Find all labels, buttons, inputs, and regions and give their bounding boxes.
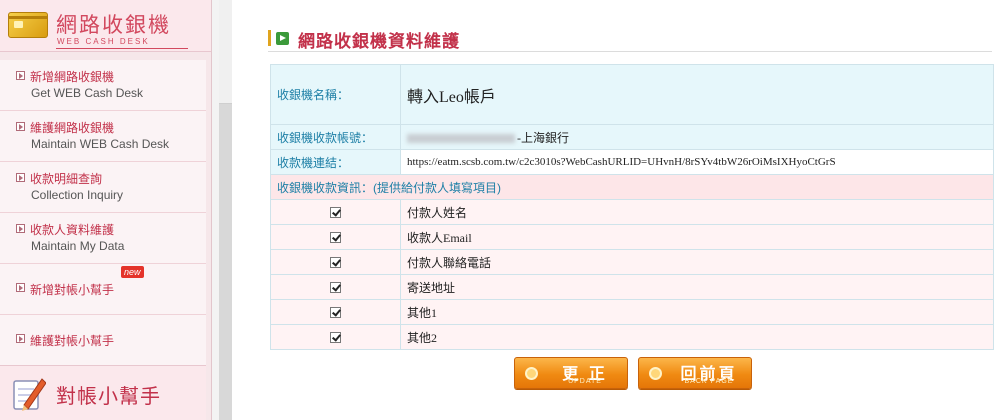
- option-checkbox[interactable]: [330, 282, 341, 294]
- arrow-bullet-icon: [16, 122, 25, 131]
- update-button[interactable]: 更 正 UPDATE: [514, 357, 628, 389]
- redacted-account-number: [407, 134, 515, 144]
- arrow-bullet-icon: [16, 283, 25, 292]
- option-checkbox[interactable]: [330, 232, 341, 244]
- option-checkbox-cell: [270, 224, 401, 250]
- payer-fields-section-label: 收銀機收款資訊：(提供給付款人填寫項目): [270, 174, 994, 200]
- page: 網路收銀機 WEB CASH DESK 新增網路收銀機 Get WEB Cash…: [0, 0, 1000, 420]
- main-content: 網路收銀機資料維護 收銀機名稱： 轉入Leo帳戶 收銀機收款帳號： -上海銀行 …: [232, 0, 1000, 420]
- sidebar-item-label: 收款人資料維護: [30, 223, 115, 237]
- title-accent-mark: [268, 30, 271, 46]
- option-checkbox[interactable]: [330, 207, 341, 219]
- sidebar-header: 網路收銀機 WEB CASH DESK: [0, 0, 211, 52]
- play-arrow-icon: [276, 32, 289, 45]
- sidebar-header-divider: [56, 48, 188, 49]
- sidebar-item-label: 維護對帳小幫手: [30, 334, 115, 348]
- sidebar-menu: 新增網路收銀機 Get WEB Cash Desk 維護網路收銀機 Mainta…: [0, 60, 212, 366]
- cash-desk-detail-table: 收銀機名稱： 轉入Leo帳戶 收銀機收款帳號： -上海銀行 收款機連結： htt…: [270, 64, 994, 350]
- option-checkbox-cell: [270, 199, 401, 225]
- arrow-bullet-icon: [16, 71, 25, 80]
- credit-card-icon: [8, 12, 48, 38]
- sidebar-item-sublabel: Collection Inquiry: [31, 188, 124, 202]
- page-title: 網路收銀機資料維護: [298, 32, 460, 51]
- sidebar-item-sublabel: Maintain WEB Cash Desk: [31, 137, 170, 151]
- table-row: 收銀機收款資訊：(提供給付款人填寫項目): [270, 174, 994, 200]
- option-row: 收款人Email: [270, 224, 994, 250]
- option-label: 其他2: [400, 324, 994, 350]
- account-label: 收銀機收款帳號：: [270, 124, 401, 150]
- sidebar: 網路收銀機 WEB CASH DESK 新增網路收銀機 Get WEB Cash…: [0, 0, 212, 420]
- sidebar-item-collection-inquiry[interactable]: 收款明細查詢 Collection Inquiry: [0, 162, 206, 213]
- option-label: 付款人姓名: [400, 199, 994, 225]
- sidebar-item-add-reconciliation-helper[interactable]: 新增對帳小幫手 new: [0, 264, 206, 315]
- option-checkbox-cell: [270, 299, 401, 325]
- scrollbar-thumb[interactable]: [219, 0, 232, 104]
- sidebar-item-get-web-cash-desk[interactable]: 新增網路收銀機 Get WEB Cash Desk: [0, 60, 206, 111]
- account-value: -上海銀行: [400, 124, 994, 150]
- option-row: 寄送地址: [270, 274, 994, 300]
- link-value[interactable]: https://eatm.scsb.com.tw/c2c3010s?WebCas…: [400, 149, 994, 175]
- account-bank: -上海銀行: [517, 130, 569, 145]
- sidebar-item-label: 新增對帳小幫手: [30, 283, 115, 297]
- option-label: 付款人聯絡電話: [400, 249, 994, 275]
- back-page-button-sublabel: BACK PAGE: [684, 378, 734, 385]
- option-checkbox[interactable]: [330, 332, 341, 344]
- button-dot-icon: [525, 367, 538, 380]
- name-label: 收銀機名稱：: [270, 64, 401, 125]
- arrow-bullet-icon: [16, 173, 25, 182]
- name-value: 轉入Leo帳戶: [400, 64, 994, 125]
- option-checkbox[interactable]: [330, 257, 341, 269]
- option-checkbox[interactable]: [330, 307, 341, 319]
- table-row: 收銀機收款帳號： -上海銀行: [270, 124, 994, 150]
- button-dot-icon: [649, 367, 662, 380]
- option-row: 其他2: [270, 324, 994, 350]
- option-row: 付款人聯絡電話: [270, 249, 994, 275]
- option-checkbox-cell: [270, 274, 401, 300]
- sidebar-subtitle: WEB CASH DESK: [57, 37, 150, 46]
- option-label: 收款人Email: [400, 224, 994, 250]
- option-row: 付款人姓名: [270, 199, 994, 225]
- update-button-sublabel: UPDATE: [568, 378, 602, 385]
- sidebar-title: 網路收銀機: [56, 13, 171, 37]
- option-checkbox-cell: [270, 249, 401, 275]
- sidebar-item-maintain-web-cash-desk[interactable]: 維護網路收銀機 Maintain WEB Cash Desk: [0, 111, 206, 162]
- sidebar-footer[interactable]: 對帳小幫手: [0, 365, 206, 420]
- page-title-bar: 網路收銀機資料維護: [268, 24, 992, 52]
- option-label: 其他1: [400, 299, 994, 325]
- sidebar-item-maintain-reconciliation-helper[interactable]: 維護對帳小幫手: [0, 315, 206, 366]
- sidebar-item-maintain-my-data[interactable]: 收款人資料維護 Maintain My Data: [0, 213, 206, 264]
- option-label: 寄送地址: [400, 274, 994, 300]
- table-row: 收銀機名稱： 轉入Leo帳戶: [270, 64, 994, 125]
- sidebar-item-label: 收款明細查詢: [30, 172, 103, 186]
- frame-divider: [212, 0, 219, 420]
- option-checkbox-cell: [270, 324, 401, 350]
- back-page-button[interactable]: 回前頁 BACK PAGE: [638, 357, 752, 389]
- table-row: 收款機連結： https://eatm.scsb.com.tw/c2c3010s…: [270, 149, 994, 175]
- sidebar-item-sublabel: Get WEB Cash Desk: [31, 86, 144, 100]
- sidebar-item-label: 新增網路收銀機: [30, 70, 115, 84]
- sidebar-item-sublabel: Maintain My Data: [31, 239, 125, 253]
- arrow-bullet-icon: [16, 224, 25, 233]
- pen-notepad-icon: [13, 378, 46, 411]
- sidebar-footer-title: 對帳小幫手: [56, 386, 161, 408]
- link-label: 收款機連結：: [270, 149, 401, 175]
- sidebar-item-label: 維護網路收銀機: [30, 121, 115, 135]
- option-row: 其他1: [270, 299, 994, 325]
- arrow-bullet-icon: [16, 334, 25, 343]
- new-badge: new: [121, 266, 144, 278]
